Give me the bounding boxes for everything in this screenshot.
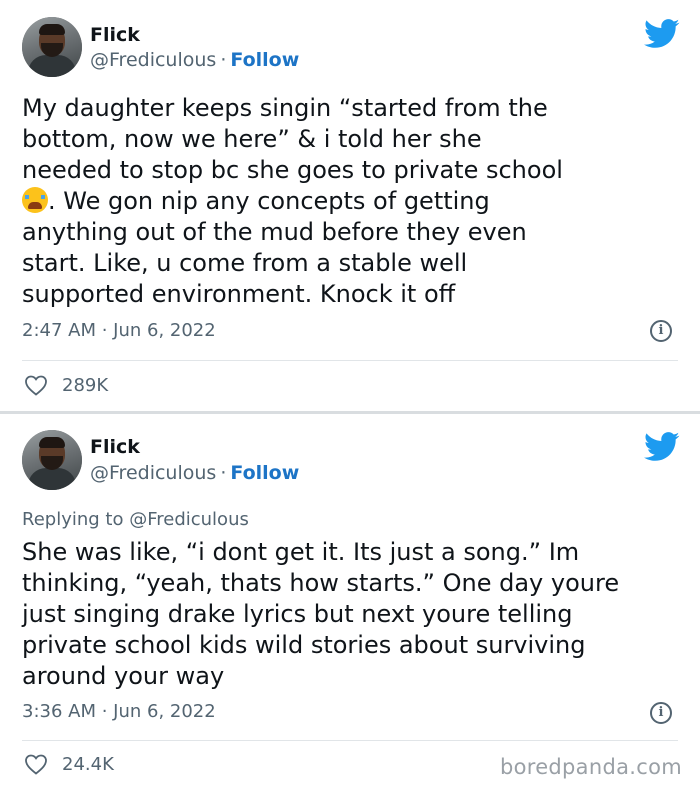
divider (22, 360, 678, 361)
tweet-text-line: anything out of the mud before they even (22, 218, 527, 246)
author-handle[interactable]: @Frediculous (90, 49, 216, 71)
tweet-timestamp[interactable]: 3:36 AM · Jun 6, 2022 (22, 701, 216, 722)
like-action[interactable]: 24.4K (24, 753, 114, 775)
tweet-text: She was like, “i dont get it. Its just a… (22, 537, 682, 692)
tweet-text-line: around your way (22, 662, 225, 690)
info-icon[interactable]: i (650, 702, 672, 724)
heart-icon[interactable] (24, 374, 48, 396)
dot-separator: · (220, 49, 227, 71)
avatar[interactable] (22, 17, 82, 77)
follow-button[interactable]: Follow (230, 49, 299, 71)
tweet-text-line: thinking, “yeah, thats how starts.” One … (22, 569, 620, 597)
tweet-timestamp[interactable]: 2:47 AM · Jun 6, 2022 (22, 320, 216, 341)
author-handle[interactable]: @Frediculous (90, 462, 216, 484)
info-icon[interactable]: i (650, 320, 672, 342)
tweet-text-line: My daughter keeps singin “started from t… (22, 94, 548, 122)
like-count: 24.4K (62, 754, 114, 775)
replying-to[interactable]: Replying to @Frediculous (22, 509, 249, 530)
author-handle-row: @Frediculous · Follow (90, 49, 299, 71)
tweet-text-line: needed to stop bc she goes to private sc… (22, 156, 563, 184)
follow-button[interactable]: Follow (230, 462, 299, 484)
tweet-card: Flick @Frediculous · Follow Replying to @F… (0, 414, 700, 790)
divider (22, 740, 678, 741)
tweet-text-line: start. Like, u come from a stable well (22, 249, 468, 277)
watermark: boredpanda.com (499, 755, 682, 779)
tweet-text-line: just singing drake lyrics but next youre… (22, 600, 573, 628)
author-name[interactable]: Flick (90, 436, 140, 458)
tweet-text-line: supported environment. Knock it off (22, 280, 456, 308)
tweet-text-line: She was like, “i dont get it. Its just a… (22, 538, 580, 566)
loudly-crying-face-icon (22, 187, 48, 213)
heart-icon[interactable] (24, 753, 48, 775)
tweet-text-line: private school kids wild stories about s… (22, 631, 586, 659)
tweet-text-line-with-emoji: . We gon nip any concepts of getting (22, 186, 682, 217)
twitter-bird-icon[interactable] (644, 19, 680, 49)
author-name[interactable]: Flick (90, 24, 140, 46)
tweet-text-segment: . We gon nip any concepts of getting (48, 187, 490, 215)
tweet-text: My daughter keeps singin “started from t… (22, 93, 682, 310)
avatar[interactable] (22, 430, 82, 490)
like-action[interactable]: 289K (24, 374, 108, 396)
dot-separator: · (220, 462, 227, 484)
tweet-text-line: bottom, now we here” & i told her she (22, 125, 482, 153)
like-count: 289K (62, 375, 109, 396)
twitter-bird-icon[interactable] (644, 432, 680, 462)
author-handle-row: @Frediculous · Follow (90, 462, 299, 484)
tweet-card: Flick @Frediculous · Follow My daughter ke… (0, 0, 700, 412)
